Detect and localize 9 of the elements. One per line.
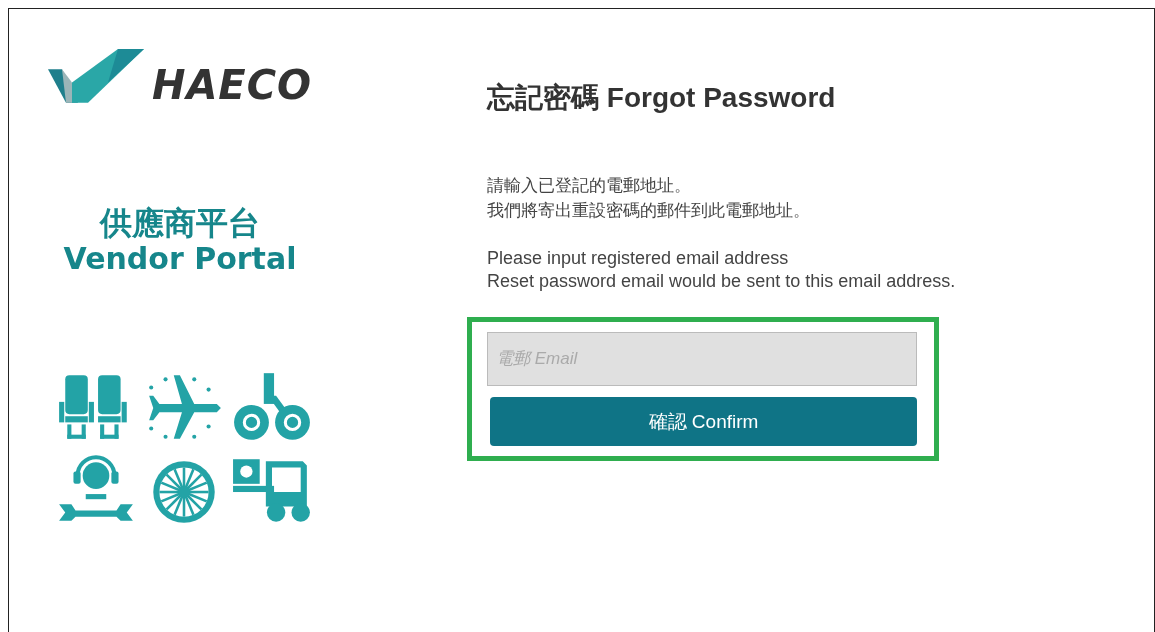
instruction-text: 請輸入已登記的電郵地址。	[487, 175, 692, 197]
instruction-text: 我們將寄出重設密碼的郵件到此電郵地址。	[487, 200, 811, 222]
portal-title: Vendor Portal	[63, 241, 297, 277]
instruction-text: Please input registered email address	[487, 247, 790, 270]
confirm-button[interactable]: 確認 Confirm	[490, 397, 917, 446]
logo-text: HAECO	[151, 65, 313, 105]
page-title: 忘記密碼 Forgot Password	[487, 81, 837, 115]
portal-title: 供應商平台	[98, 205, 261, 242]
instruction-text: Reset password email would be sent to this email address.	[487, 270, 956, 293]
